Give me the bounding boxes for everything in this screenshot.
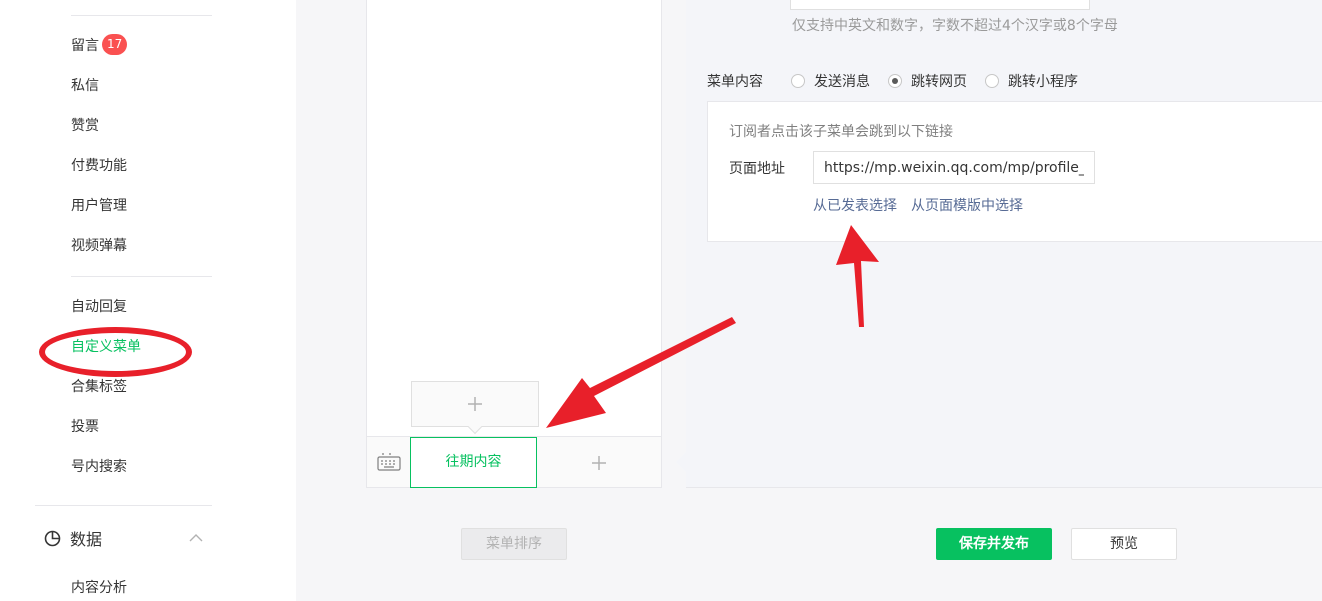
sidebar: 留言 17 私信 赞赏 付费功能 用户管理 视频弹幕 自动回复 自定义菜单 合集标… <box>0 0 296 601</box>
menu-name-input[interactable] <box>790 0 1090 10</box>
add-menu-button[interactable] <box>537 437 661 488</box>
pie-chart-icon <box>44 530 61 546</box>
sidebar-item-vote[interactable]: 投票 <box>71 416 99 438</box>
plus-icon <box>592 455 606 470</box>
url-hint: 订阅者点击该子菜单会跳到以下链接 <box>729 124 953 140</box>
menu-item-past-content[interactable]: 往期内容 <box>410 437 537 488</box>
sidebar-item-video-danmaku[interactable]: 视频弹幕 <box>71 235 127 257</box>
url-settings-card: 订阅者点击该子菜单会跳到以下链接 页面地址 从已发表选择 从页面模版中选择 <box>707 101 1322 242</box>
submenu-tip <box>467 419 483 435</box>
sidebar-item-label: 留言 <box>71 38 99 54</box>
radio-label: 跳转网页 <box>911 74 967 90</box>
sidebar-item-content-analysis[interactable]: 内容分析 <box>71 577 127 599</box>
radio-jump-webpage[interactable]: 跳转网页 <box>888 71 967 91</box>
editor-pointer <box>676 452 686 472</box>
phone-preview: 往期内容 <box>366 0 662 488</box>
sidebar-item-custom-menu[interactable]: 自定义菜单 <box>71 336 141 358</box>
select-from-template-link[interactable]: 从页面模版中选择 <box>911 195 1023 215</box>
page-address-input[interactable] <box>813 151 1095 184</box>
sidebar-group-data[interactable]: 数据 <box>44 527 203 549</box>
menu-sort-button[interactable]: 菜单排序 <box>461 528 567 560</box>
sidebar-item-rewards[interactable]: 赞赏 <box>71 115 99 137</box>
radio-circle <box>791 74 805 88</box>
sidebar-item-user-management[interactable]: 用户管理 <box>71 195 127 217</box>
sidebar-item-messages[interactable]: 私信 <box>71 75 99 97</box>
sidebar-item-account-search[interactable]: 号内搜索 <box>71 456 127 478</box>
unread-badge: 17 <box>102 34 128 55</box>
sidebar-divider <box>35 505 212 506</box>
sidebar-item-comments[interactable]: 留言 17 <box>71 34 128 57</box>
menu-content-options: 发送消息 跳转网页 跳转小程序 <box>791 71 1096 91</box>
radio-label: 跳转小程序 <box>1008 74 1078 90</box>
menu-content-label: 菜单内容 <box>707 74 763 90</box>
menu-name-hint: 仅支持中英文和数字，字数不超过4个汉字或8个字母 <box>792 18 1118 34</box>
radio-label: 发送消息 <box>814 74 870 90</box>
radio-send-message[interactable]: 发送消息 <box>791 71 870 91</box>
sidebar-item-auto-reply[interactable]: 自动回复 <box>71 296 127 318</box>
plus-icon <box>468 397 482 411</box>
radio-circle <box>888 74 902 88</box>
menu-bar: 往期内容 <box>367 436 661 488</box>
sidebar-divider <box>71 276 212 277</box>
sidebar-divider <box>71 15 212 16</box>
page-address-label: 页面地址 <box>729 161 785 177</box>
sidebar-item-collection-tags[interactable]: 合集标签 <box>71 376 127 398</box>
add-submenu-button[interactable] <box>411 381 539 435</box>
save-publish-button[interactable]: 保存并发布 <box>936 528 1052 560</box>
preview-button[interactable]: 预览 <box>1071 528 1177 560</box>
menu-editor-panel: 仅支持中英文和数字，字数不超过4个汉字或8个字母 菜单内容 发送消息 跳转网页 … <box>686 0 1322 488</box>
keyboard-icon[interactable] <box>377 453 401 471</box>
radio-jump-miniprogram[interactable]: 跳转小程序 <box>985 71 1078 91</box>
radio-circle <box>985 74 999 88</box>
chevron-up-icon[interactable] <box>189 533 203 542</box>
sidebar-group-label: 数据 <box>70 530 103 549</box>
select-from-published-link[interactable]: 从已发表选择 <box>813 195 897 215</box>
sidebar-item-paid-features[interactable]: 付费功能 <box>71 155 127 177</box>
